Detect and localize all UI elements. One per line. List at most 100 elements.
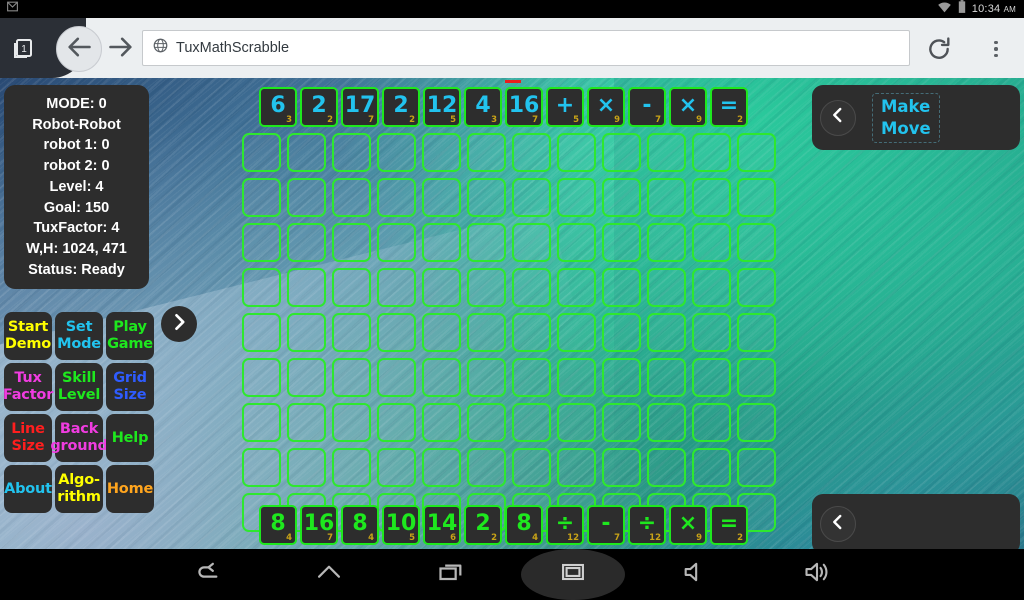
board-cell[interactable] [239,265,284,310]
board-cell[interactable] [599,400,644,445]
url-bar[interactable]: TuxMathScrabble [142,30,910,66]
nav-button-volume-up[interactable] [756,549,878,600]
board-cell[interactable] [554,400,599,445]
tile[interactable]: 125 [423,87,461,127]
board-cell[interactable] [599,310,644,355]
button-grid-size[interactable]: GridSize [106,363,154,411]
board-cell[interactable] [599,175,644,220]
tile[interactable]: 177 [341,87,379,127]
board-cell[interactable] [374,310,419,355]
nav-button-volume-down[interactable] [634,549,756,600]
board-cell[interactable] [239,355,284,400]
board-cell[interactable] [329,265,374,310]
board-cell[interactable] [419,445,464,490]
board-cell[interactable] [419,130,464,175]
message-panel-collapse-button[interactable] [820,506,856,542]
tab-counter-button[interactable]: 1 [12,36,34,60]
board-cell[interactable] [554,265,599,310]
tile[interactable]: +5 [546,87,584,127]
board-cell[interactable] [419,355,464,400]
board-cell[interactable] [554,220,599,265]
board-cell[interactable] [419,175,464,220]
board-cell[interactable] [509,265,554,310]
tile[interactable]: -7 [587,505,625,545]
board-cell[interactable] [509,355,554,400]
nav-button-fullscreen[interactable] [512,549,634,600]
reload-button[interactable] [926,36,952,62]
board-cell[interactable] [419,220,464,265]
board-cell[interactable] [329,310,374,355]
button-play-game[interactable]: PlayGame [106,312,154,360]
board-cell[interactable] [374,175,419,220]
make-move-collapse-button[interactable] [820,100,856,136]
browser-forward-button[interactable] [106,34,136,64]
board-cell[interactable] [689,175,734,220]
board-cell[interactable] [509,175,554,220]
board-cell[interactable] [509,130,554,175]
board-cell[interactable] [644,175,689,220]
board-cell[interactable] [734,355,779,400]
board-cell[interactable] [464,175,509,220]
board-cell[interactable] [464,445,509,490]
board-cell[interactable] [644,265,689,310]
board-cell[interactable] [374,400,419,445]
board-cell[interactable] [644,400,689,445]
button-algorithm[interactable]: Algo-rithm [55,465,103,513]
board-cell[interactable] [644,445,689,490]
board-cell[interactable] [464,130,509,175]
board-cell[interactable] [689,130,734,175]
tile[interactable]: 63 [259,87,297,127]
tile[interactable]: -7 [628,87,666,127]
board-cell[interactable] [329,175,374,220]
board-cell[interactable] [419,400,464,445]
board-cell[interactable] [599,220,644,265]
tile[interactable]: ×9 [587,87,625,127]
board-cell[interactable] [239,130,284,175]
tile[interactable]: 146 [423,505,461,545]
board-cell[interactable] [509,400,554,445]
board-cell[interactable] [644,130,689,175]
tile[interactable]: 22 [300,87,338,127]
board-cell[interactable] [644,355,689,400]
tile[interactable]: =2 [710,87,748,127]
board-cell[interactable] [599,445,644,490]
board-cell[interactable] [239,220,284,265]
tile[interactable]: 84 [341,505,379,545]
board-cell[interactable] [284,175,329,220]
tile[interactable]: ÷12 [546,505,584,545]
board-cell[interactable] [554,175,599,220]
tile[interactable]: ×9 [669,87,707,127]
board-cell[interactable] [689,265,734,310]
board-cell[interactable] [734,130,779,175]
button-help[interactable]: Help [106,414,154,462]
tile[interactable]: 84 [259,505,297,545]
board-cell[interactable] [284,310,329,355]
tile[interactable]: =2 [710,505,748,545]
nav-button-home[interactable] [268,549,390,600]
tile[interactable]: 22 [464,505,502,545]
board-cell[interactable] [329,445,374,490]
board-cell[interactable] [689,445,734,490]
button-home[interactable]: Home [106,465,154,513]
board-cell[interactable] [734,265,779,310]
button-about[interactable]: About [4,465,52,513]
board-cell[interactable] [509,220,554,265]
board-cell[interactable] [599,130,644,175]
board-cell[interactable] [554,445,599,490]
board-cell[interactable] [284,355,329,400]
board-cell[interactable] [734,310,779,355]
tile[interactable]: 43 [464,87,502,127]
tile[interactable]: 84 [505,505,543,545]
board-cell[interactable] [419,265,464,310]
button-skill-level[interactable]: SkillLevel [55,363,103,411]
tile[interactable]: ÷12 [628,505,666,545]
board-cell[interactable] [239,445,284,490]
board-cell[interactable] [284,445,329,490]
button-line-size[interactable]: LineSize [4,414,52,462]
tile[interactable]: 105 [382,505,420,545]
board-cell[interactable] [599,355,644,400]
make-move-label[interactable]: Make Move [881,96,931,140]
browser-menu-button[interactable] [984,35,1008,63]
board-cell[interactable] [284,265,329,310]
board-cell[interactable] [464,400,509,445]
